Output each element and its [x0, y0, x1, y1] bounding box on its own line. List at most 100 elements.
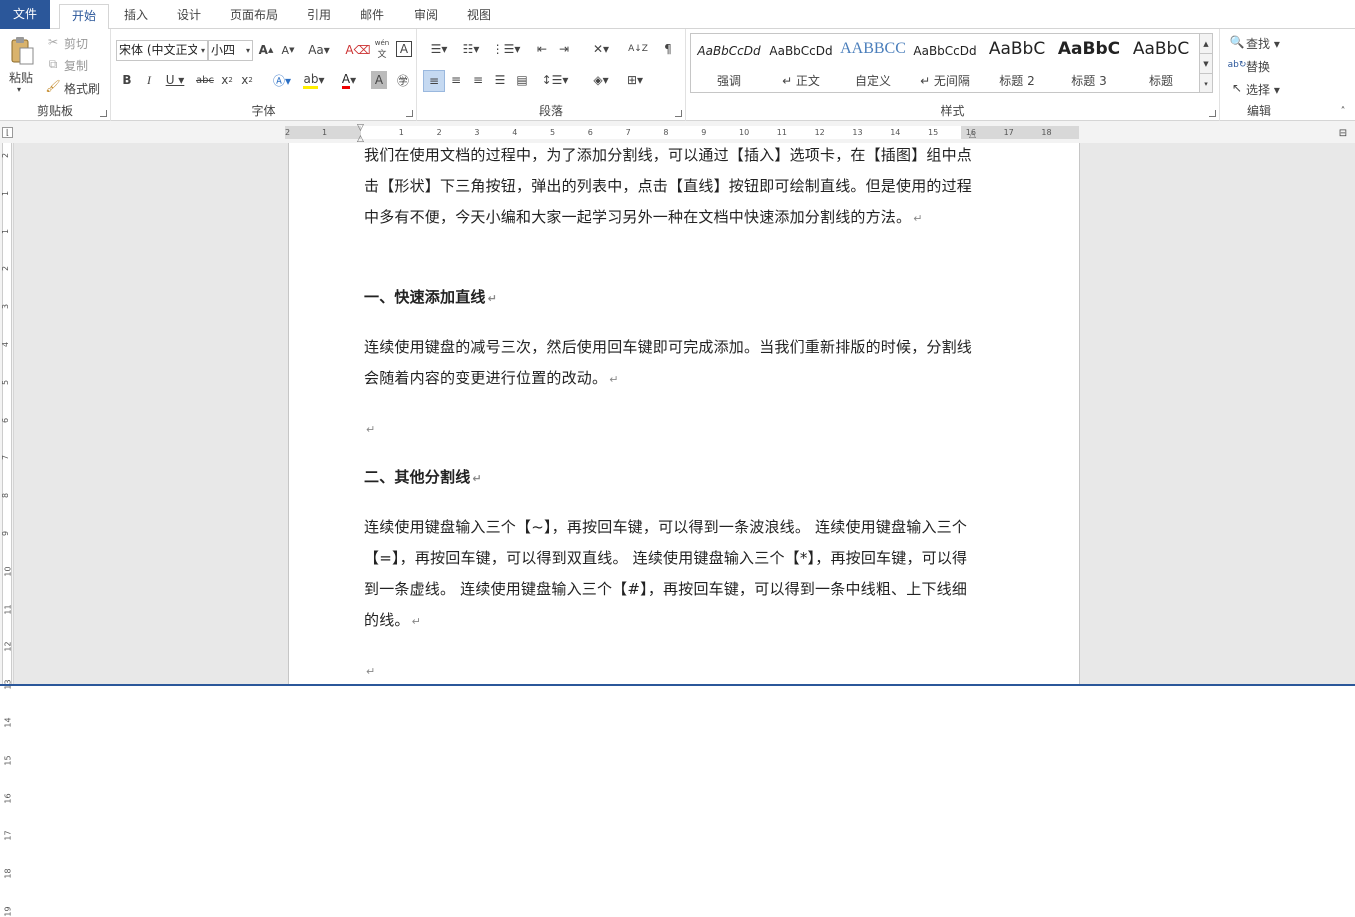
styles-gallery: AaBbCcDd 强调 AaBbCcDd ↵ 正文 AABBCC 自定义 AaB…: [690, 33, 1200, 93]
font-color-icon[interactable]: A ▾: [336, 71, 362, 89]
strikethrough-icon[interactable]: abc: [195, 71, 215, 89]
align-center-icon[interactable]: ≡: [447, 71, 465, 89]
enclose-char-icon[interactable]: ㊫: [394, 71, 412, 89]
heading-2[interactable]: 二、其他分割线 ↵: [364, 462, 974, 494]
ruler-number: 6: [1, 417, 11, 423]
styles-scroll-up-icon[interactable]: ▲: [1200, 34, 1212, 54]
multilevel-list-icon[interactable]: ⋮☰▾: [491, 40, 521, 58]
paragraph-2[interactable]: 连续使用键盘的减号三次，然后使用回车键即可完成添加。当我们重新排版的时候，分割线…: [364, 332, 974, 395]
tab-file[interactable]: 文件: [0, 0, 51, 29]
style-heading-2[interactable]: AaBbC 标题 2: [981, 34, 1053, 92]
font-name-select[interactable]: 宋体 (中文正文) ▾: [116, 40, 208, 61]
align-left-icon[interactable]: ≡: [423, 70, 445, 92]
copy-button[interactable]: 复制: [64, 57, 88, 74]
paste-dropdown-icon[interactable]: ▾: [17, 85, 21, 94]
ruler-number: 9: [1, 530, 11, 537]
char-border-icon[interactable]: A: [396, 41, 412, 57]
empty-paragraph-2[interactable]: ↵: [364, 655, 974, 686]
styles-launcher-icon[interactable]: [1209, 110, 1216, 117]
ruler-number: 13: [852, 128, 863, 137]
select-button[interactable]: 选择 ▾: [1246, 81, 1280, 98]
cut-icon[interactable]: ✂: [46, 35, 60, 49]
sort-icon[interactable]: A↓Z: [628, 40, 648, 58]
paragraph-3[interactable]: 连续使用键盘输入三个【~】，再按回车键，可以得到一条波浪线。 连续使用键盘输入三…: [364, 512, 974, 637]
heading-1[interactable]: 一、快速添加直线 ↵: [364, 282, 974, 314]
style-no-spacing[interactable]: AaBbCcDd ↵ 无间隔: [909, 34, 981, 92]
copy-icon[interactable]: ⧉: [46, 57, 60, 71]
replace-icon[interactable]: ab↻: [1228, 57, 1247, 73]
collapse-ribbon-icon[interactable]: ˄: [1336, 105, 1350, 117]
font-launcher-icon[interactable]: [406, 110, 413, 117]
tab-layout[interactable]: 页面布局: [218, 4, 290, 29]
superscript-icon[interactable]: x2: [239, 71, 255, 89]
ruler-number: 1: [1, 228, 11, 234]
replace-button[interactable]: 替换: [1246, 58, 1270, 75]
tab-insert[interactable]: 插入: [112, 4, 160, 29]
tab-mailings[interactable]: 邮件: [348, 4, 396, 29]
show-marks-icon[interactable]: ¶: [659, 40, 677, 58]
grow-font-icon[interactable]: A ▲: [257, 41, 275, 59]
line-spacing-icon[interactable]: ↕☰▾: [541, 71, 569, 89]
decrease-indent-icon[interactable]: ⇤: [533, 40, 551, 58]
right-indent-marker-icon[interactable]: △: [969, 130, 976, 140]
subscript-icon[interactable]: x2: [219, 71, 235, 89]
font-size-select[interactable]: 小四 ▾: [208, 40, 253, 61]
style-heading-3[interactable]: AaBbC 标题 3: [1053, 34, 1125, 92]
shading-icon[interactable]: ◈▾: [587, 71, 615, 89]
format-painter-button[interactable]: 格式刷: [64, 80, 100, 97]
italic-icon[interactable]: I: [141, 71, 157, 89]
vertical-ruler[interactable]: 2112345678910111213141516171819: [0, 143, 14, 917]
ruler-number: 7: [625, 128, 631, 137]
paragraph-launcher-icon[interactable]: [675, 110, 682, 117]
clear-format-icon[interactable]: A⌫: [345, 41, 370, 59]
find-icon[interactable]: 🔍: [1229, 34, 1245, 50]
change-case-icon[interactable]: Aa▾: [306, 41, 332, 59]
ruler-number: 15: [928, 128, 939, 137]
chinese-layout-icon[interactable]: ✕▾: [587, 40, 615, 58]
style-custom[interactable]: AABBCC 自定义: [837, 34, 909, 92]
style-emphasis[interactable]: AaBbCcDd 强调: [693, 34, 765, 92]
styles-more-icon[interactable]: ▾: [1200, 74, 1212, 94]
ruler-toggle-icon[interactable]: ⊟: [1336, 127, 1350, 139]
first-indent-marker-icon[interactable]: ▽: [357, 123, 364, 133]
increase-indent-icon[interactable]: ⇥: [555, 40, 573, 58]
highlight-icon[interactable]: ab ▾: [301, 71, 327, 89]
paste-icon[interactable]: [6, 35, 38, 67]
tab-home[interactable]: 开始: [59, 4, 110, 30]
styles-scroll-down-icon[interactable]: ▼: [1200, 54, 1212, 74]
justify-icon[interactable]: ☰: [491, 71, 509, 89]
cut-button[interactable]: 剪切: [64, 35, 88, 52]
style-normal[interactable]: AaBbCcDd ↵ 正文: [765, 34, 837, 92]
tab-review[interactable]: 审阅: [402, 4, 450, 29]
align-right-icon[interactable]: ≡: [469, 71, 487, 89]
borders-icon[interactable]: ⊞▾: [621, 71, 649, 89]
text-effects-icon[interactable]: Ⓐ▾: [269, 71, 295, 89]
bullets-icon[interactable]: ☰▾: [425, 40, 453, 58]
distributed-icon[interactable]: ▤: [513, 71, 531, 89]
char-shading-icon[interactable]: A: [371, 71, 387, 89]
styles-scroll[interactable]: ▲ ▼ ▾: [1200, 33, 1213, 93]
ruler-number: 8: [1, 493, 11, 499]
tab-references[interactable]: 引用: [295, 4, 343, 29]
find-button[interactable]: 查找 ▾: [1246, 35, 1280, 52]
format-painter-icon[interactable]: 🖌: [45, 79, 60, 93]
shrink-font-icon[interactable]: A ▼: [279, 41, 297, 59]
bold-icon[interactable]: B: [119, 71, 135, 89]
tab-design[interactable]: 设计: [165, 4, 213, 29]
editing-label: 编辑: [1246, 104, 1271, 118]
horizontal-ruler[interactable]: 2 1 1 2 3 4 5 6 7 8 9 10 11 12 13 14 15 16 17 18 ▽ △ △: [285, 123, 1079, 144]
ruler-number: 14: [3, 717, 13, 728]
empty-paragraph[interactable]: ↵: [364, 413, 974, 445]
document-page[interactable]: 我们在使用文档的过程中，为了添加分割线，可以通过【插入】选项卡，在【插图】组中点…: [288, 143, 1080, 686]
tab-view[interactable]: 视图: [455, 4, 503, 29]
numbering-icon[interactable]: ☷▾: [457, 40, 485, 58]
clipboard-launcher-icon[interactable]: [100, 110, 107, 117]
tab-selector-icon[interactable]: ⌊: [2, 127, 13, 138]
paste-button[interactable]: 粘贴: [9, 69, 33, 86]
select-icon[interactable]: ↖: [1229, 80, 1245, 96]
phonetic-guide-icon[interactable]: wén 文: [373, 38, 391, 60]
underline-icon[interactable]: U ▾: [163, 71, 187, 89]
style-title[interactable]: AaBbC 标题: [1125, 34, 1197, 92]
paragraph-intro[interactable]: 我们在使用文档的过程中，为了添加分割线，可以通过【插入】选项卡，在【插图】组中点…: [364, 143, 974, 234]
ribbon: 粘贴 ▾ ✂ 剪切 ⧉ 复制 🖌 格式刷 剪贴板 宋体 (中文正文) ▾ 小四 ▾ …: [0, 29, 1355, 121]
